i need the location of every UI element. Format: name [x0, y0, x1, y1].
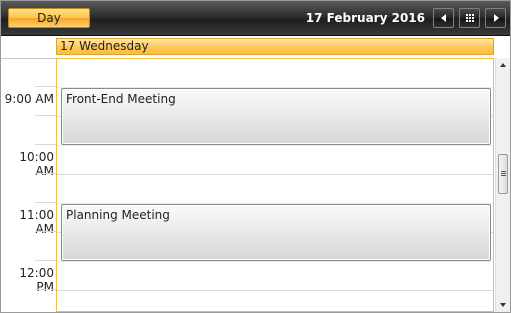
day-column[interactable]: Front-End Meeting Planning Meeting	[56, 58, 494, 312]
slot-line	[57, 261, 493, 262]
ruler-half-hour-tick	[35, 202, 56, 203]
scrollbar-thumb[interactable]	[498, 154, 508, 194]
slot-line	[57, 290, 493, 291]
ruler-half-hour-tick	[35, 144, 56, 145]
triangle-right-icon	[493, 14, 499, 22]
ruler-tick	[35, 173, 56, 174]
vertical-scrollbar[interactable]	[495, 58, 510, 312]
ruler-tick	[35, 115, 56, 116]
time-label: 9:00 AM	[4, 92, 54, 106]
next-button[interactable]	[485, 8, 506, 28]
previous-button[interactable]	[433, 8, 454, 28]
calendar-grid-icon	[465, 14, 474, 22]
time-ruler: 9:00 AM 10:00 AM 11:00 AM 12:00 PM	[1, 58, 56, 312]
grip-line	[501, 171, 506, 172]
ruler-tick	[35, 289, 56, 290]
scroll-up-button[interactable]	[496, 58, 510, 72]
ruler-hour-line	[1, 58, 56, 59]
day-header-row: 17 Wednesday	[1, 36, 510, 58]
appointment[interactable]: Front-End Meeting	[61, 88, 491, 145]
day-view-button[interactable]: Day	[8, 8, 90, 28]
scheduler: Day 17 February 2016 17 Wednesday 9:00 A…	[0, 0, 511, 313]
current-date-label: 17 February 2016	[305, 11, 425, 25]
triangle-down-icon	[500, 303, 506, 307]
triangle-left-icon	[440, 14, 446, 22]
slot-line	[57, 174, 493, 175]
ruler-tick	[35, 231, 56, 232]
grip-line	[501, 173, 506, 174]
scroll-down-button[interactable]	[496, 298, 510, 312]
appointment-title: Front-End Meeting	[66, 92, 176, 106]
ruler-half-hour-tick	[35, 260, 56, 261]
today-button[interactable]	[459, 8, 480, 28]
triangle-up-icon	[500, 63, 506, 67]
grip-line	[501, 175, 506, 176]
scheduler-toolbar: Day 17 February 2016	[1, 1, 510, 36]
appointment-title: Planning Meeting	[66, 208, 170, 222]
slot-line	[57, 145, 493, 146]
appointment[interactable]: Planning Meeting	[61, 204, 491, 261]
ruler-half-hour-tick	[35, 86, 56, 87]
day-header[interactable]: 17 Wednesday	[56, 38, 494, 55]
